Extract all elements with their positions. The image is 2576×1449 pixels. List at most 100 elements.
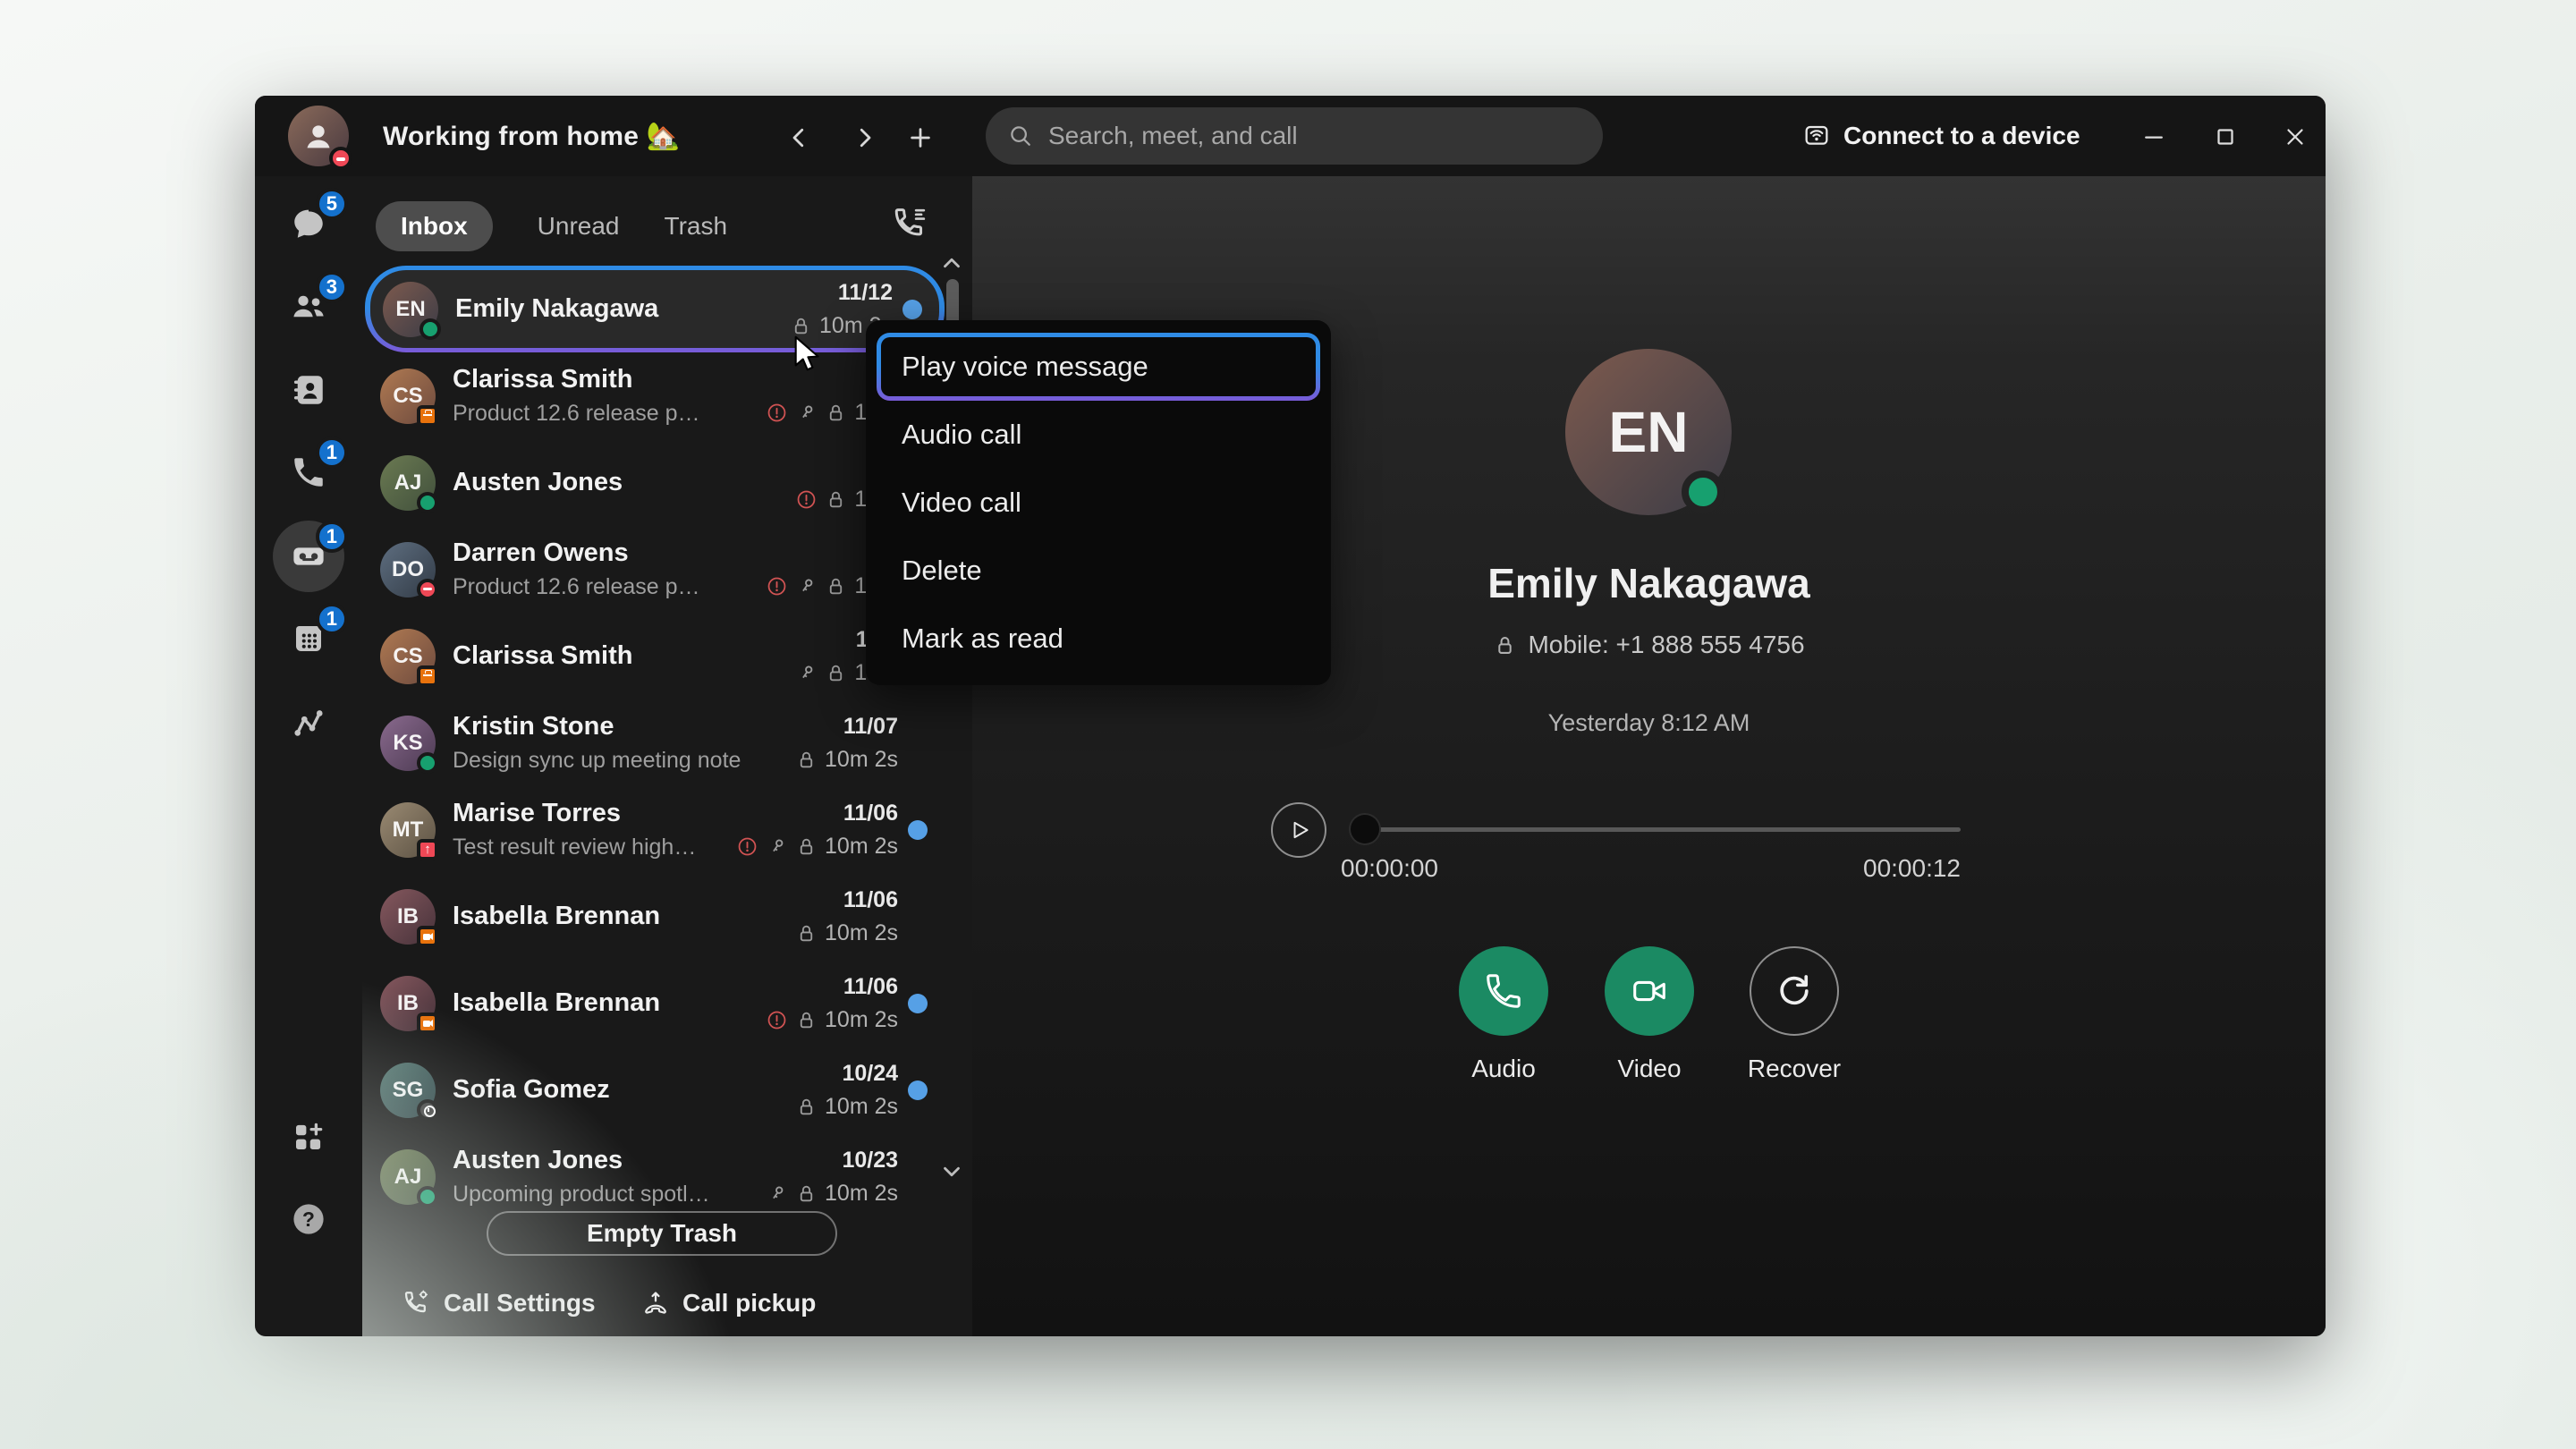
make-call-button[interactable] bbox=[892, 205, 935, 248]
unread-dot bbox=[908, 1080, 928, 1100]
connect-label: Connect to a device bbox=[1843, 122, 2080, 150]
call-settings-label: Call Settings bbox=[444, 1289, 596, 1318]
urgent-icon bbox=[766, 402, 788, 424]
presence-available-badge bbox=[1682, 470, 1724, 513]
close-button[interactable] bbox=[2275, 116, 2316, 157]
urgent-icon bbox=[766, 575, 788, 597]
menu-item-mark-as-read[interactable]: Mark as read bbox=[877, 605, 1320, 673]
avatar: IB bbox=[380, 976, 436, 1031]
message-date: 10/23 bbox=[766, 1148, 898, 1174]
minimize-button[interactable] bbox=[2133, 116, 2174, 157]
list-item[interactable]: CS Clarissa SmithProduct 12.6 release p…… bbox=[365, 352, 945, 439]
nav-voicemail[interactable]: 1 bbox=[278, 526, 339, 587]
add-button[interactable] bbox=[901, 118, 940, 157]
key-icon bbox=[766, 835, 788, 858]
connect-to-device-button[interactable]: Connect to a device bbox=[1802, 96, 2080, 176]
list-item[interactable]: KS Kristin StoneDesign sync up meeting n… bbox=[365, 699, 945, 786]
calling-badge: 1 bbox=[316, 436, 348, 469]
detail-timestamp: Yesterday 8:12 AM bbox=[972, 709, 2326, 737]
lock-icon bbox=[795, 749, 818, 771]
nav-apps[interactable] bbox=[278, 1106, 339, 1167]
presence-meeting-badge bbox=[417, 665, 438, 687]
chevron-up-icon bbox=[938, 250, 965, 276]
menu-item-video-call[interactable]: Video call bbox=[877, 469, 1320, 537]
menu-item-audio-call[interactable]: Audio call bbox=[877, 401, 1320, 469]
list-item[interactable]: AJ Austen Jones 11/ 10m bbox=[365, 439, 945, 526]
lock-icon bbox=[795, 835, 818, 858]
lock-icon bbox=[825, 488, 847, 511]
tab-inbox[interactable]: Inbox bbox=[376, 201, 493, 251]
lock-icon bbox=[825, 575, 847, 597]
message-subject: Test result review high… bbox=[453, 835, 727, 860]
play-button[interactable] bbox=[1271, 802, 1326, 858]
message-subject: Upcoming product spotl… bbox=[453, 1182, 757, 1207]
close-icon bbox=[2282, 123, 2309, 150]
voicemail-badge: 1 bbox=[316, 521, 348, 553]
presence-available-badge bbox=[417, 752, 438, 774]
message-duration: 10m 2s bbox=[825, 834, 898, 860]
message-subject: Product 12.6 release p… bbox=[453, 401, 757, 427]
lock-icon bbox=[795, 1182, 818, 1205]
nav-messaging[interactable]: 5 bbox=[278, 193, 339, 254]
list-item[interactable]: MT Marise TorresTest result review high…… bbox=[365, 786, 945, 873]
recover-button[interactable] bbox=[1750, 946, 1839, 1036]
back-button[interactable] bbox=[779, 118, 818, 157]
list-item[interactable]: DO Darren OwensProduct 12.6 release p… 1… bbox=[365, 526, 945, 613]
list-item[interactable]: IB Isabella Brennan 11/06 10m 2s bbox=[365, 873, 945, 960]
search-input[interactable]: Search, meet, and call bbox=[986, 107, 1603, 165]
nav-meetings[interactable]: 1 bbox=[278, 608, 339, 669]
avatar: AJ bbox=[380, 1149, 436, 1205]
nav-contacts[interactable] bbox=[278, 360, 339, 420]
call-settings-link[interactable]: Call Settings bbox=[402, 1289, 596, 1318]
message-duration: 10m 2s bbox=[825, 920, 898, 946]
teams-badge: 3 bbox=[316, 271, 348, 303]
menu-item-delete[interactable]: Delete bbox=[877, 537, 1320, 605]
menu-item-focus-ring: Play voice message bbox=[877, 333, 1320, 401]
nav-teams[interactable]: 3 bbox=[278, 276, 339, 337]
video-call-button[interactable] bbox=[1605, 946, 1694, 1036]
nav-calling[interactable]: 1 bbox=[278, 442, 339, 503]
profile-avatar[interactable] bbox=[288, 106, 349, 166]
selected-row-ring: EN Emily Nakagawa 11/12 10m 2s bbox=[365, 266, 945, 352]
list-item[interactable]: SG Sofia Gomez 10/24 10m 2s bbox=[365, 1046, 945, 1133]
scroll-down-button[interactable] bbox=[938, 1158, 965, 1185]
navigation-rail: 5 3 1 1 1 bbox=[255, 176, 362, 1336]
scroll-up-button[interactable] bbox=[938, 250, 965, 276]
audio-call-button[interactable] bbox=[1459, 946, 1548, 1036]
presence-away-badge bbox=[417, 1099, 438, 1121]
device-icon bbox=[1802, 122, 1831, 150]
contacts-icon bbox=[290, 371, 327, 409]
list-item[interactable]: AJ Austen JonesUpcoming product spotl… 1… bbox=[365, 1133, 945, 1207]
call-pickup-link[interactable]: Call pickup bbox=[641, 1289, 816, 1318]
contact-name: Clarissa Smith bbox=[453, 641, 786, 671]
lock-icon bbox=[1493, 633, 1517, 657]
polyline-icon bbox=[290, 704, 327, 741]
call-pickup-label: Call pickup bbox=[682, 1289, 816, 1318]
message-duration: 10m 2s bbox=[825, 1007, 898, 1033]
presence-dnd-badge bbox=[417, 579, 438, 600]
urgent-icon bbox=[766, 1009, 788, 1031]
chevron-down-icon bbox=[938, 1158, 965, 1185]
menu-item-play-voice-message[interactable]: Play voice message bbox=[881, 337, 1316, 396]
list-item[interactable]: IB Isabella Brennan 11/06 10m 2s bbox=[365, 960, 945, 1046]
maximize-icon bbox=[2212, 123, 2239, 150]
empty-trash-button[interactable]: Empty Trash bbox=[487, 1211, 837, 1256]
playback-track[interactable] bbox=[1352, 827, 1961, 832]
tab-trash[interactable]: Trash bbox=[665, 201, 728, 251]
maximize-button[interactable] bbox=[2205, 116, 2246, 157]
desktop-background: Working from home 🏡 Search, meet, and ca… bbox=[0, 0, 2576, 1449]
filter-tabs: Inbox Unread Trash bbox=[376, 201, 727, 251]
key-icon bbox=[795, 402, 818, 424]
nav-whiteboard[interactable] bbox=[278, 692, 339, 753]
recover-label: Recover bbox=[1723, 1055, 1866, 1083]
nav-help[interactable]: ? bbox=[278, 1189, 339, 1250]
apps-plus-icon bbox=[290, 1118, 327, 1156]
list-item[interactable]: EN Emily Nakagawa 11/12 10m 2s bbox=[370, 270, 939, 348]
unread-dot bbox=[902, 300, 922, 319]
lock-icon bbox=[795, 1096, 818, 1118]
forward-button[interactable] bbox=[845, 118, 885, 157]
tab-unread[interactable]: Unread bbox=[538, 201, 620, 251]
list-item[interactable]: CS Clarissa Smith 11/0 10m bbox=[365, 613, 945, 699]
lock-icon bbox=[825, 402, 847, 424]
playback-knob[interactable] bbox=[1351, 815, 1379, 843]
